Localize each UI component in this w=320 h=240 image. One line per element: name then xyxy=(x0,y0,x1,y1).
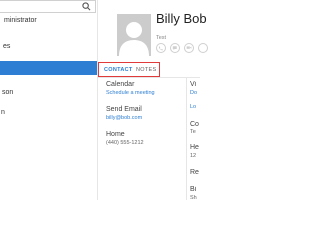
right-col-fragment: Re xyxy=(190,169,199,176)
message-icon[interactable] xyxy=(170,43,180,53)
contact-name: Billy Bob xyxy=(156,11,207,26)
calendar-label: Calendar xyxy=(106,81,135,88)
tab-contact[interactable]: CONTACT xyxy=(104,67,133,73)
right-col-fragment[interactable]: Lo xyxy=(190,104,200,110)
schedule-meeting-link[interactable]: Schedule a meeting xyxy=(106,90,155,96)
avatar xyxy=(117,14,151,56)
right-col-fragment: Te xyxy=(190,129,196,135)
home-phone-label: Home xyxy=(106,131,125,138)
list-item-selected[interactable] xyxy=(0,61,97,75)
search-input[interactable] xyxy=(0,0,96,13)
right-col-fragment: Sh xyxy=(190,195,197,201)
list-item[interactable]: n xyxy=(0,106,98,119)
phone-icon[interactable] xyxy=(156,43,166,53)
home-phone-value: (440) 555-1212 xyxy=(106,140,144,146)
tab-notes[interactable]: NOTES xyxy=(136,67,156,73)
right-col-fragment: Vi xyxy=(190,81,197,88)
right-col-fragment: He xyxy=(190,144,199,151)
right-col-fragment[interactable]: Do xyxy=(190,90,200,96)
right-col-fragment: Bi xyxy=(190,186,197,193)
people-list-pane: ministrator es son n xyxy=(0,0,97,200)
contact-card: Billy Bob Test CONTACT NOTES Calendar Sc… xyxy=(98,0,208,201)
email-link[interactable]: billy@bob.com xyxy=(106,115,142,121)
search-icon[interactable] xyxy=(82,2,91,11)
column-divider xyxy=(186,78,187,200)
right-col-fragment: 12 xyxy=(190,153,197,159)
mail-icon[interactable] xyxy=(198,43,208,53)
list-item[interactable]: es xyxy=(0,40,100,53)
contact-subtitle: Test xyxy=(156,35,167,41)
avatar-placeholder-icon xyxy=(119,22,149,56)
tab-underline xyxy=(98,77,200,78)
send-email-label: Send Email xyxy=(106,106,142,113)
right-col-fragment: Co xyxy=(190,121,199,128)
list-item[interactable]: son xyxy=(0,86,99,99)
video-icon[interactable] xyxy=(184,43,194,53)
list-item[interactable]: ministrator xyxy=(0,14,101,27)
